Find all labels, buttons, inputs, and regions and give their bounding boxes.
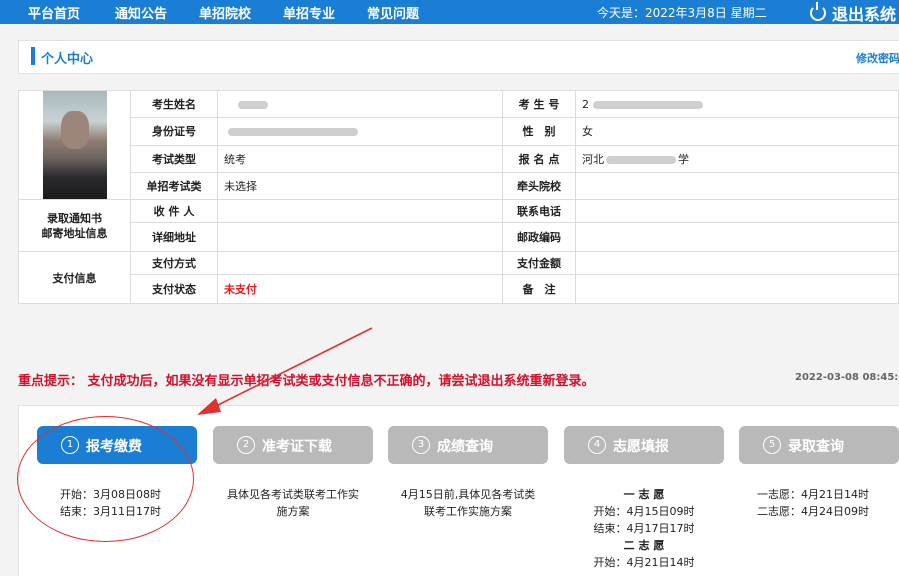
login-timestamp: 2022-03-08 08:45:0 — [795, 372, 899, 383]
nav-notices[interactable]: 通知公告 — [115, 3, 167, 22]
step-label: 准考证下载 — [262, 439, 332, 455]
id-label: 身份证号 — [130, 117, 218, 146]
pay-method-value — [217, 251, 503, 275]
redacted-signup-point — [606, 155, 676, 164]
address-value — [217, 222, 503, 252]
top-navbar: 平台首页 通知公告 单招院校 单招专业 常见问题 今天是：2022年3月8日 星… — [0, 0, 899, 24]
recipient-value — [217, 199, 503, 223]
step-admission-ticket[interactable]: 2 准考证下载 — [213, 426, 373, 464]
step-score-query[interactable]: 3 成绩查询 — [388, 426, 548, 464]
annotation-circle — [17, 416, 194, 542]
step-label: 成绩查询 — [437, 439, 493, 455]
postcode-label: 邮政编码 — [502, 222, 576, 252]
gender-label: 性 别 — [502, 117, 576, 146]
photo-cell — [18, 90, 131, 200]
step-admission-query[interactable]: 5 录取查询 — [739, 426, 899, 464]
signup-point-value: 河北学 — [575, 144, 899, 173]
step3-schedule: 4月15日前,具体见各考试类 联考工作实施方案 — [400, 488, 536, 518]
candidate-info-table: 考生姓名 ㅤ 考 生 号 2 身份证号 性 别 女 考试类型 统考 报 名 点 … — [18, 89, 899, 304]
step-number-badge: 5 — [763, 436, 781, 454]
redacted-name — [238, 101, 269, 110]
personal-center-header: 个人中心 修改密码 — [18, 40, 899, 74]
gender-value: 女 — [575, 117, 899, 146]
pay-status-value: 未支付 — [217, 274, 503, 304]
mail-address-section: 录取通知书 邮寄地址信息 — [18, 199, 131, 252]
step5-schedule: 一志愿：4月21日14时 二志愿：4月24日09时 — [757, 488, 869, 518]
logout-label: 退出系统 — [832, 5, 897, 24]
name-label: 考生姓名 — [130, 89, 218, 119]
pay-amount-label: 支付金额 — [502, 251, 576, 275]
nav-schools[interactable]: 单招院校 — [199, 3, 251, 22]
signup-point-label: 报 名 点 — [502, 144, 576, 173]
single-exam-value: 未选择 — [217, 171, 503, 201]
lead-school-value — [575, 171, 899, 201]
step-number-badge: 4 — [588, 436, 606, 454]
logout-button[interactable]: 退出系统 — [810, 1, 896, 25]
page-title: 个人中心 — [41, 52, 94, 67]
current-date: 今天是：2022年3月8日 星期二 — [597, 6, 767, 20]
step-volunteer-fill[interactable]: 4 志愿填报 — [564, 426, 724, 464]
address-label: 详细地址 — [130, 222, 218, 252]
postcode-value — [575, 222, 899, 252]
exam-no-value: 2 — [575, 89, 899, 119]
modify-password-link[interactable]: 修改密码 — [856, 50, 899, 66]
important-notice: 重点提示： 支付成功后，如果没有显示单招考试类或支付信息不正确的，请尝试退出系统… — [18, 374, 595, 389]
power-icon — [810, 2, 826, 21]
step2-schedule: 具体见各考试类联考工作实 施方案 — [227, 488, 359, 518]
phone-value — [575, 199, 899, 223]
step-label: 录取查询 — [788, 439, 844, 455]
remark-value — [575, 274, 899, 304]
payment-section: 支付信息 — [18, 251, 131, 304]
step4-schedule: 一 志 愿 开始：4月15日09时 结束：4月17日17时 二 志 愿 开始：4… — [593, 488, 695, 569]
phone-label: 联系电话 — [502, 199, 576, 223]
step-number-badge: 2 — [237, 436, 255, 454]
id-value — [217, 117, 503, 146]
remark-label: 备 注 — [502, 274, 576, 304]
candidate-photo — [42, 91, 107, 199]
lead-school-label: 牵头院校 — [502, 171, 576, 201]
exam-type-label: 考试类型 — [130, 144, 218, 173]
redacted-id — [228, 127, 358, 136]
name-value: ㅤ — [217, 89, 503, 119]
pay-status-label: 支付状态 — [130, 274, 218, 304]
nav-home[interactable]: 平台首页 — [28, 3, 80, 22]
step-number-badge: 3 — [412, 436, 430, 454]
step-label: 志愿填报 — [613, 439, 669, 455]
single-exam-label: 单招考试类 — [130, 171, 218, 201]
nav-faq[interactable]: 常见问题 — [367, 3, 419, 22]
title-accent-bar — [31, 47, 35, 65]
pay-method-label: 支付方式 — [130, 251, 218, 275]
redacted-exam-no — [593, 100, 703, 109]
recipient-label: 收 件 人 — [130, 199, 218, 223]
exam-no-label: 考 生 号 — [502, 89, 576, 119]
exam-type-value: 统考 — [217, 144, 503, 173]
pay-amount-value — [575, 251, 899, 275]
nav-majors[interactable]: 单招专业 — [283, 3, 335, 22]
